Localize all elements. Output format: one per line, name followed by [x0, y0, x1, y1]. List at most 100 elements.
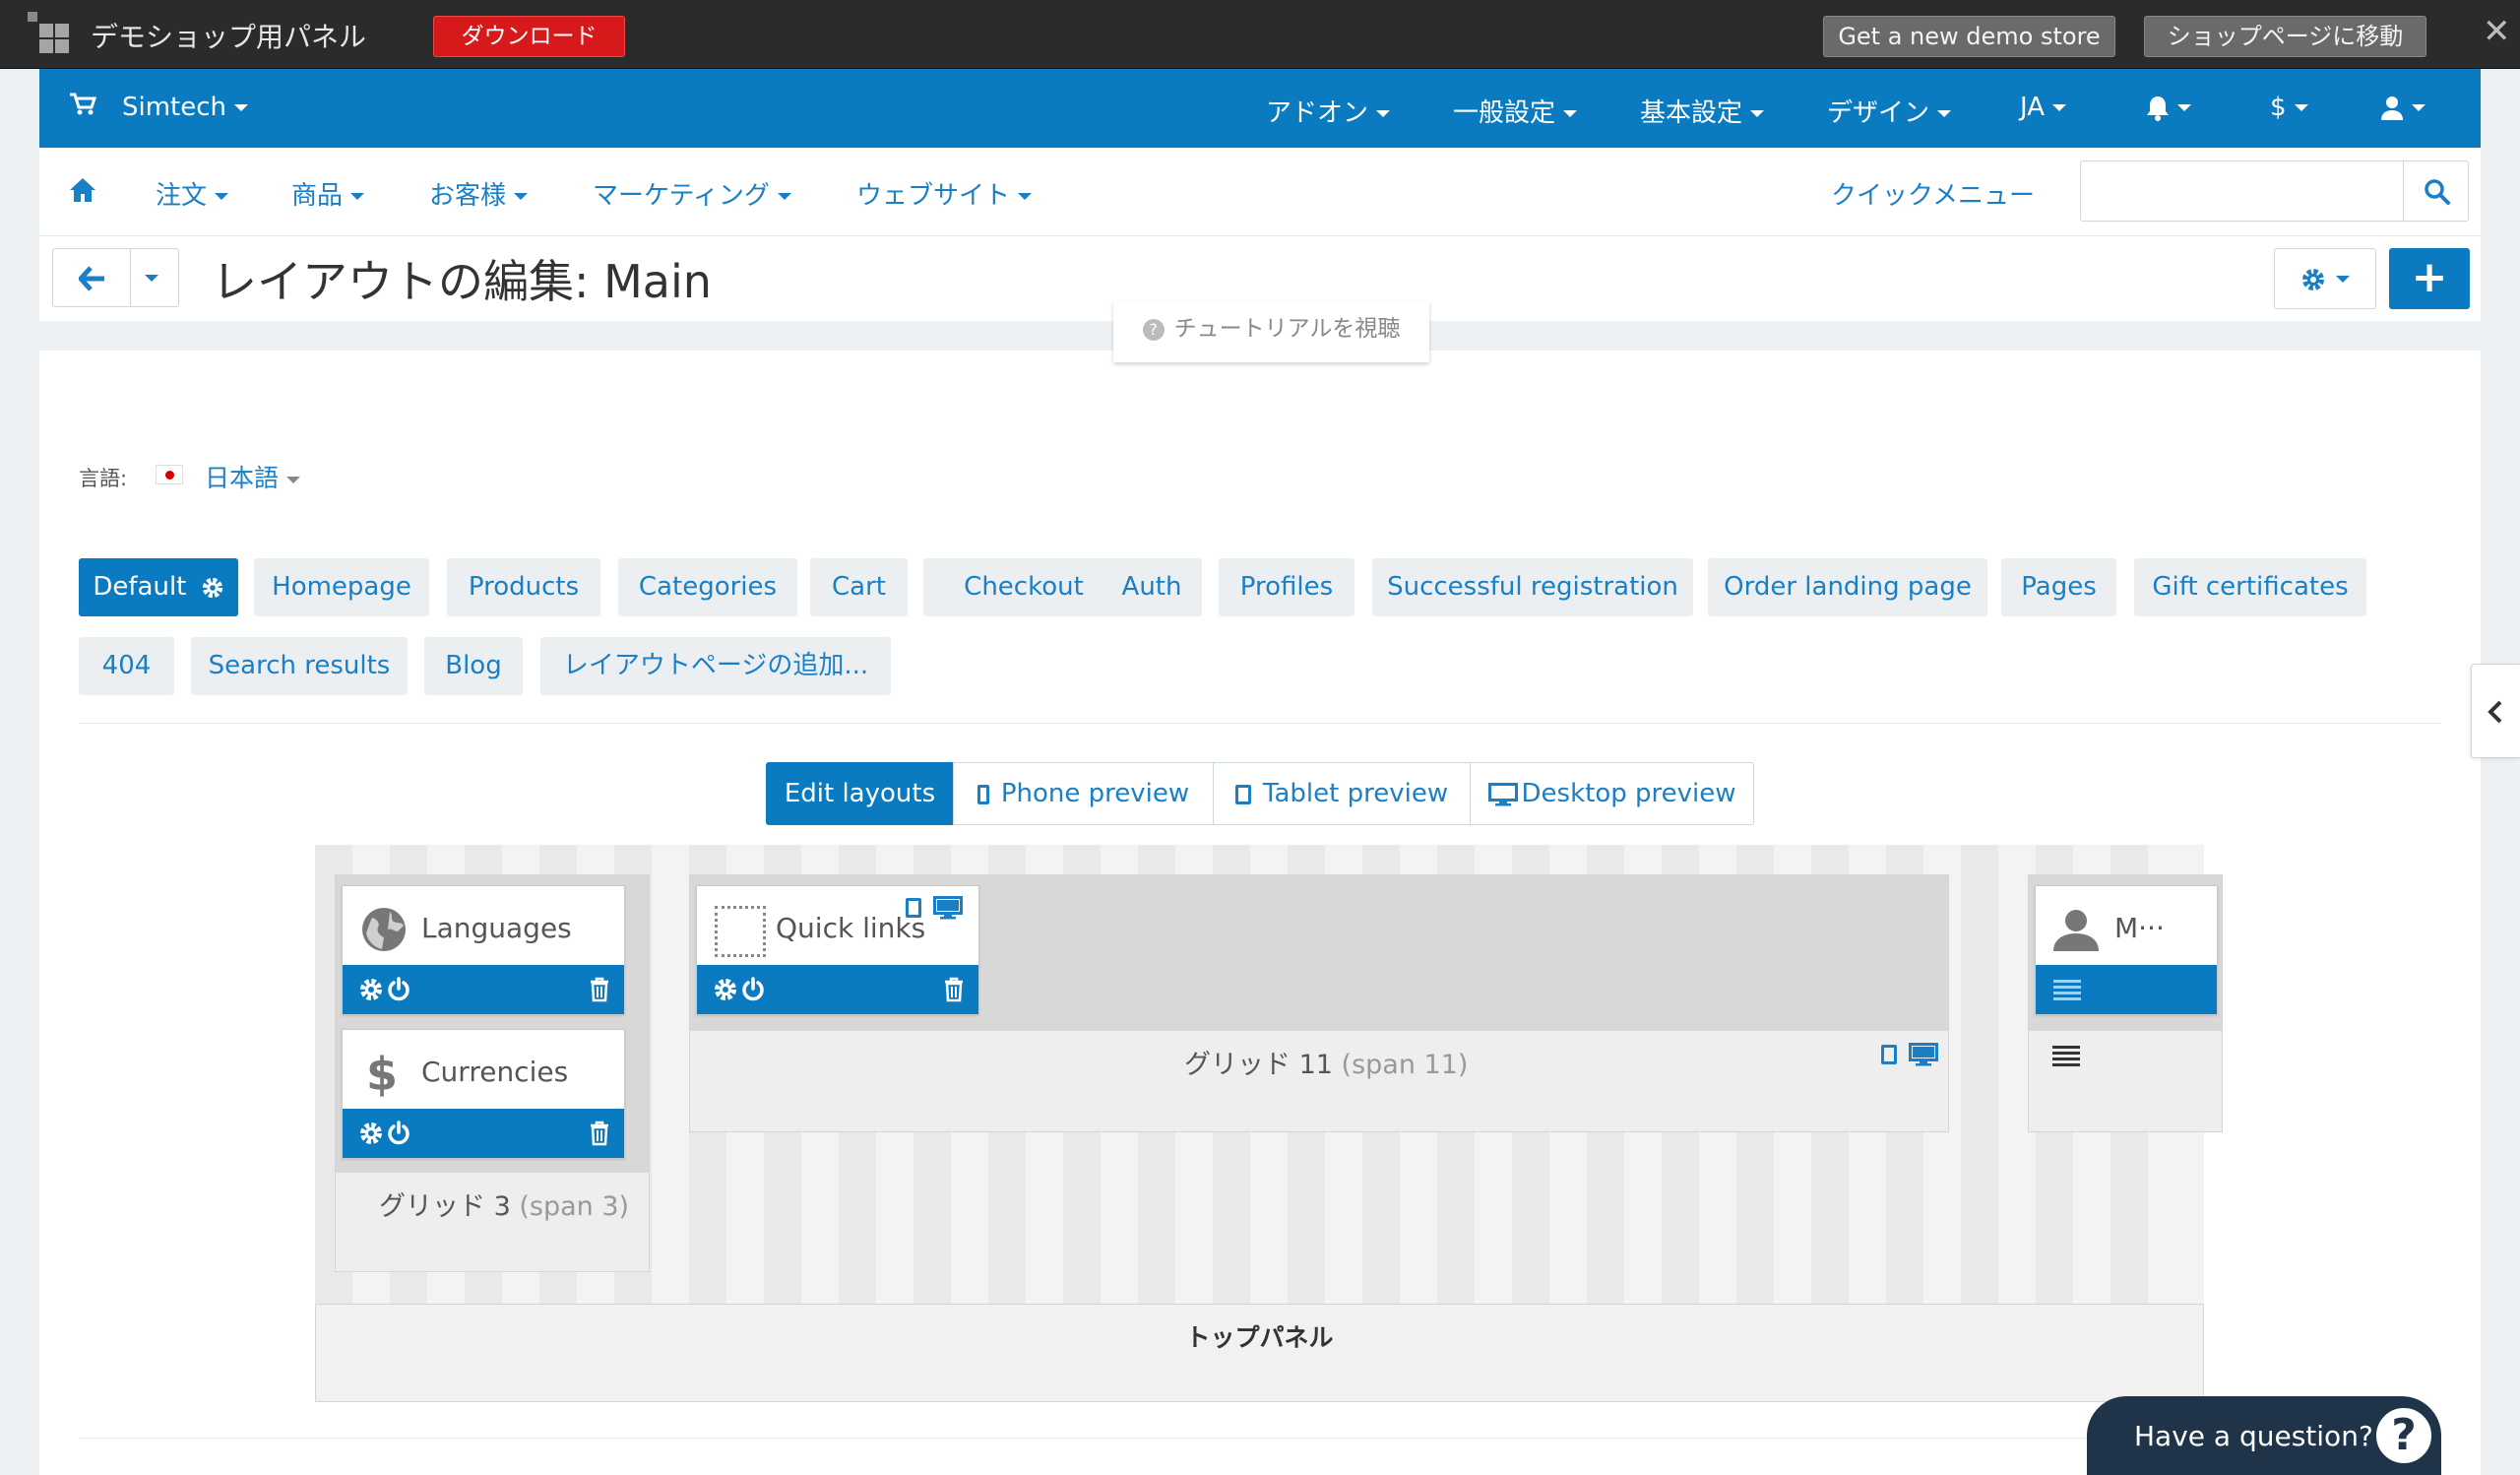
- new-demo-store-button[interactable]: Get a new demo store: [1823, 16, 2115, 57]
- layout-tab-order-landing[interactable]: Order landing page: [1708, 558, 1987, 616]
- language-selector[interactable]: 日本語: [205, 459, 301, 494]
- monitor-icon: [1487, 782, 1518, 806]
- layout-tab-homepage[interactable]: Homepage: [254, 558, 429, 616]
- monitor-icon: [933, 896, 963, 922]
- gear-icon[interactable]: [358, 1121, 384, 1146]
- power-icon[interactable]: [386, 1121, 411, 1146]
- layout-tab-products[interactable]: Products: [447, 558, 600, 616]
- tablet-icon: [906, 898, 921, 918]
- layout-tab-search-results[interactable]: Search results: [191, 637, 408, 695]
- grid-11[interactable]: Quick links グリッド 11 (span 11): [689, 874, 1949, 1132]
- layout-tab-successful-registration[interactable]: Successful registration: [1372, 558, 1693, 616]
- cart-icon: [69, 93, 96, 116]
- nav-customers[interactable]: お客様: [429, 175, 529, 212]
- nav-language[interactable]: JA: [2020, 93, 2066, 122]
- back-button[interactable]: [52, 248, 131, 307]
- edit-layouts-button[interactable]: Edit layouts: [766, 762, 954, 825]
- nav-design[interactable]: デザイン: [1827, 93, 1952, 129]
- search-input[interactable]: [2080, 160, 2405, 222]
- chevron-down-icon: [234, 104, 249, 111]
- power-icon[interactable]: [386, 977, 411, 1002]
- layout-tab-default[interactable]: Default: [79, 558, 238, 616]
- block-my-account[interactable]: M···: [2035, 885, 2218, 1015]
- trash-icon[interactable]: [589, 977, 610, 1002]
- content-panel: 言語: 日本語 Default Homepage Products Catego…: [39, 351, 2481, 1475]
- demo-logo-icon: [28, 12, 71, 55]
- chevron-down-icon: [2412, 104, 2426, 111]
- gear-icon[interactable]: [713, 977, 738, 1002]
- block-toolbar: [343, 1109, 624, 1158]
- chevron-down-icon: [2052, 104, 2066, 111]
- back-history-dropdown[interactable]: [130, 248, 179, 307]
- block-toolbar: [343, 965, 624, 1014]
- trash-icon[interactable]: [589, 1121, 610, 1146]
- trash-icon[interactable]: [943, 977, 965, 1002]
- add-layout-page-button[interactable]: レイアウトページの追加...: [540, 637, 891, 695]
- chevron-down-icon: [2294, 104, 2308, 111]
- menu-lines-icon[interactable]: [2052, 1045, 2080, 1066]
- currency-menu[interactable]: $: [2270, 93, 2308, 122]
- layout-tab-blog[interactable]: Blog: [424, 637, 523, 695]
- chevron-down-icon: [286, 476, 301, 483]
- tablet-preview-button[interactable]: Tablet preview: [1213, 762, 1471, 825]
- tutorial-button[interactable]: ? チュートリアルを視聴: [1113, 301, 1429, 362]
- block-currencies[interactable]: $ Currencies: [342, 1029, 625, 1159]
- nav-marketing[interactable]: マーケティング: [593, 175, 791, 212]
- sidebar-toggle[interactable]: [2471, 664, 2520, 758]
- notifications-menu[interactable]: [2146, 93, 2191, 122]
- menu-lines-icon[interactable]: [2053, 979, 2081, 1000]
- language-label: 言語:: [79, 467, 128, 490]
- home-icon[interactable]: [69, 177, 96, 203]
- store-switcher[interactable]: Simtech: [122, 93, 249, 122]
- nav-products[interactable]: 商品: [291, 175, 365, 212]
- dotted-square-icon: [715, 906, 766, 957]
- block-title: M···: [2114, 912, 2165, 944]
- layout-tab-categories[interactable]: Categories: [618, 558, 797, 616]
- desktop-preview-button[interactable]: Desktop preview: [1470, 762, 1754, 825]
- divider: [79, 723, 2441, 724]
- phone-preview-button[interactable]: Phone preview: [953, 762, 1214, 825]
- add-button[interactable]: +: [2389, 248, 2470, 309]
- gear-icon: [2300, 267, 2326, 292]
- layout-tab-auth[interactable]: Auth: [1102, 558, 1202, 616]
- nav-addons[interactable]: アドオン: [1266, 93, 1391, 129]
- user-icon: [2051, 908, 2101, 951]
- dollar-icon: $: [366, 1048, 399, 1101]
- layout-tab-checkout[interactable]: Checkout: [923, 558, 1124, 616]
- layout-tab-pages[interactable]: Pages: [2001, 558, 2116, 616]
- nav-orders[interactable]: 注文: [156, 175, 229, 212]
- chevron-down-icon: [1937, 110, 1952, 117]
- grid-label: グリッド 3 (span 3): [379, 1191, 630, 1222]
- tablet-icon: [1881, 1045, 1897, 1064]
- quick-menu[interactable]: クイックメニュー: [1831, 175, 2035, 212]
- settings-dropdown-button[interactable]: [2274, 248, 2376, 309]
- download-button[interactable]: ダウンロード: [433, 16, 625, 57]
- power-icon[interactable]: [740, 977, 766, 1002]
- nav-website[interactable]: ウェブサイト: [856, 175, 1033, 212]
- container-top-panel[interactable]: トップパネル: [315, 1304, 2204, 1402]
- chevron-down-icon: [1376, 110, 1391, 117]
- search-button[interactable]: [2403, 160, 2469, 222]
- chevron-down-icon: [1750, 110, 1765, 117]
- help-label: Have a question?: [2134, 1420, 2373, 1452]
- gear-icon[interactable]: [358, 977, 384, 1002]
- grid-3[interactable]: Languages $ Currencies グリッド 3 (span 3): [335, 874, 650, 1272]
- goto-shop-button[interactable]: ショップページに移動: [2144, 16, 2426, 57]
- chevron-down-icon: [514, 193, 529, 200]
- layout-tab-profiles[interactable]: Profiles: [1219, 558, 1354, 616]
- nav-general-settings[interactable]: 一般設定: [1453, 93, 1578, 129]
- help-widget[interactable]: Have a question? ?: [2087, 1396, 2441, 1475]
- grid-right[interactable]: M···: [2028, 874, 2223, 1132]
- container-label: トップパネル: [1185, 1323, 1334, 1352]
- close-icon[interactable]: ✕: [2483, 12, 2511, 51]
- nav-basic-settings[interactable]: 基本設定: [1640, 93, 1765, 129]
- layout-tab-404[interactable]: 404: [79, 637, 174, 695]
- user-menu[interactable]: [2380, 93, 2426, 122]
- block-languages[interactable]: Languages: [342, 885, 625, 1015]
- chevron-left-icon: [2488, 700, 2503, 724]
- block-toolbar: [697, 965, 978, 1014]
- layout-tab-gift-certificates[interactable]: Gift certificates: [2134, 558, 2366, 616]
- block-toolbar: [2036, 965, 2217, 1014]
- layout-tab-cart[interactable]: Cart: [810, 558, 908, 616]
- block-quick-links[interactable]: Quick links: [696, 885, 979, 1015]
